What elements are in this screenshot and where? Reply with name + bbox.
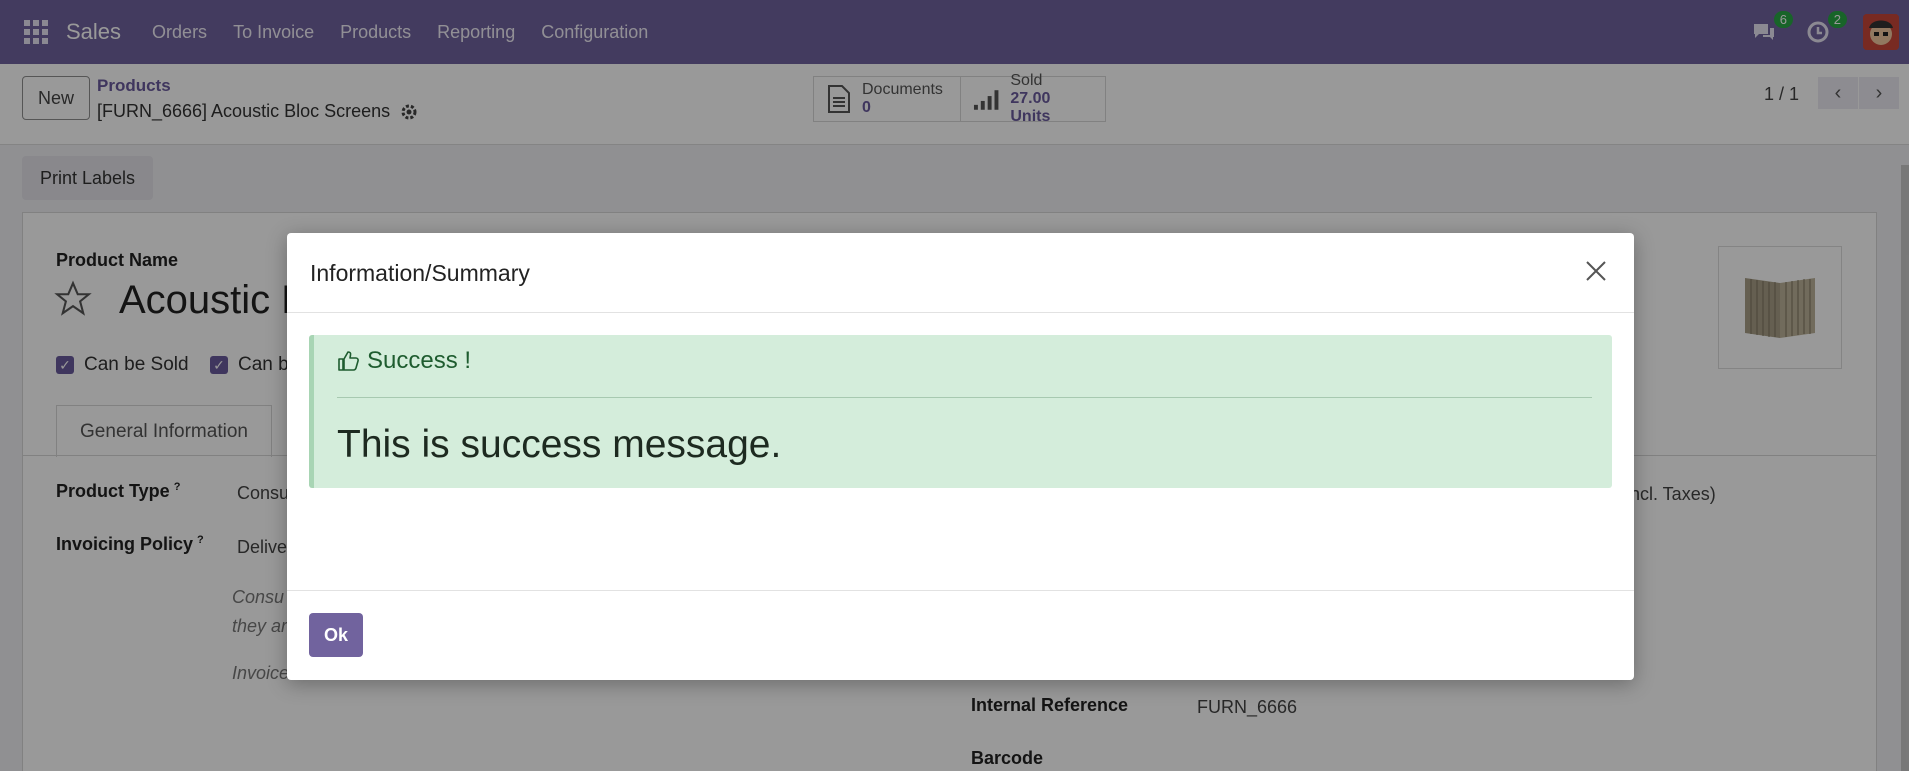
alert-divider: [337, 397, 1592, 398]
ok-button[interactable]: Ok: [309, 613, 363, 657]
thumbs-up-icon: [338, 351, 359, 371]
close-icon: [1586, 261, 1606, 281]
information-dialog: Information/Summary Success ! This is su…: [287, 233, 1634, 680]
dialog-title: Information/Summary: [310, 260, 530, 286]
dialog-header: Information/Summary: [287, 233, 1634, 313]
alert-heading-text: Success !: [367, 347, 472, 374]
dialog-footer: Ok: [287, 590, 1634, 680]
alert-message: This is success message.: [337, 423, 782, 466]
success-alert: Success ! This is success message.: [309, 335, 1612, 488]
alert-heading: Success !: [337, 347, 471, 375]
close-button[interactable]: [1580, 255, 1612, 287]
